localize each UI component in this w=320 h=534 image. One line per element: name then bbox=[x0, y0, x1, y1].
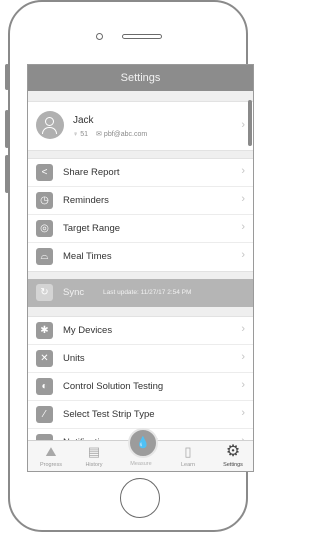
sync-icon: ↻ bbox=[36, 284, 53, 301]
units-icon: ✕ bbox=[36, 350, 53, 367]
chevron-right-icon: › bbox=[241, 249, 245, 261]
select-test-strip-type-item[interactable]: ⁄ Select Test Strip Type › bbox=[28, 401, 253, 429]
profile-row[interactable]: Jack ♀ 51 ✉ pbf@abc.com › bbox=[28, 101, 253, 151]
history-list-icon: ▤ bbox=[87, 444, 101, 459]
mute-switch bbox=[5, 64, 9, 90]
mail-icon: ✉ bbox=[96, 131, 102, 138]
chevron-right-icon: › bbox=[241, 119, 245, 131]
volume-down-button bbox=[5, 155, 9, 193]
chevron-right-icon: › bbox=[241, 379, 245, 391]
solution-drop-icon: ◐ bbox=[36, 378, 53, 395]
profile-email: pbf@abc.com bbox=[103, 130, 148, 138]
profile-name: Jack bbox=[73, 115, 94, 126]
list-item-label: Meal Times bbox=[63, 251, 112, 262]
tab-learn[interactable]: ▯ Learn bbox=[168, 444, 208, 469]
chevron-right-icon: › bbox=[241, 165, 245, 177]
tab-history[interactable]: ▤ History bbox=[74, 444, 114, 469]
book-icon: ▯ bbox=[184, 444, 192, 459]
target-icon: ◎ bbox=[36, 220, 53, 237]
settings-group-1: < Share Report › ◷ Reminders › ◎ Target … bbox=[28, 158, 253, 272]
app-screen: Settings Jack ♀ 51 ✉ pbf@abc.com › < Sha… bbox=[27, 64, 254, 472]
front-camera bbox=[96, 33, 103, 40]
meal-times-item[interactable]: ⌓ Meal Times › bbox=[28, 243, 253, 271]
volume-up-button bbox=[5, 110, 9, 148]
my-devices-item[interactable]: ✱ My Devices › bbox=[28, 317, 253, 345]
device-icon: ✱ bbox=[36, 322, 53, 339]
alarm-clock-icon: ◷ bbox=[36, 192, 53, 209]
units-item[interactable]: ✕ Units › bbox=[28, 345, 253, 373]
sync-row[interactable]: ↻ Sync Last update: 11/27/17 2:54 PM bbox=[28, 279, 253, 307]
target-range-item[interactable]: ◎ Target Range › bbox=[28, 215, 253, 243]
list-item-label: Target Range bbox=[63, 223, 121, 234]
power-button bbox=[248, 100, 252, 146]
page-title: Settings bbox=[120, 72, 161, 84]
share-icon: < bbox=[36, 164, 53, 181]
test-strip-icon: ⁄ bbox=[36, 406, 53, 423]
reminders-item[interactable]: ◷ Reminders › bbox=[28, 187, 253, 215]
chevron-right-icon: › bbox=[241, 323, 245, 335]
earpiece-speaker bbox=[122, 34, 162, 39]
tab-bar: ⛰ Progress ▤ History 💧 Measure ▯ Learn ⚙… bbox=[28, 428, 253, 471]
tab-label: Settings bbox=[223, 462, 243, 468]
drop-icon: 💧 bbox=[136, 437, 150, 449]
tab-label: History bbox=[85, 462, 103, 468]
chevron-right-icon: › bbox=[241, 351, 245, 363]
tab-label: Learn bbox=[180, 462, 196, 468]
list-item-label: Reminders bbox=[63, 195, 109, 206]
profile-age: 51 bbox=[80, 130, 89, 138]
gender-icon: ♀ bbox=[73, 130, 79, 138]
avatar-icon bbox=[36, 111, 64, 139]
sync-label: Sync bbox=[63, 287, 85, 298]
chevron-right-icon: › bbox=[241, 193, 245, 205]
gear-icon: ⚙ bbox=[225, 443, 241, 460]
profile-details: ♀ 51 ✉ pbf@abc.com bbox=[73, 130, 148, 139]
share-report-item[interactable]: < Share Report › bbox=[28, 159, 253, 187]
measure-button[interactable]: 💧 bbox=[128, 428, 158, 458]
list-item-label: Units bbox=[63, 353, 85, 364]
list-item-label: Select Test Strip Type bbox=[63, 409, 155, 420]
last-update-text: Last update: 11/27/17 2:54 PM bbox=[103, 289, 192, 296]
navigation-header: Settings bbox=[28, 65, 253, 91]
list-item-label: Share Report bbox=[63, 167, 120, 178]
home-button[interactable] bbox=[120, 478, 160, 518]
control-solution-testing-item[interactable]: ◐ Control Solution Testing › bbox=[28, 373, 253, 401]
phone-frame: Settings Jack ♀ 51 ✉ pbf@abc.com › < Sha… bbox=[8, 0, 254, 532]
chart-icon: ⛰ bbox=[45, 444, 57, 459]
chevron-right-icon: › bbox=[241, 221, 245, 233]
list-item-label: My Devices bbox=[63, 325, 113, 336]
list-item-label: Control Solution Testing bbox=[63, 381, 164, 392]
tab-label: Measure bbox=[130, 461, 152, 467]
chevron-right-icon: › bbox=[241, 407, 245, 419]
tab-label: Progress bbox=[39, 462, 62, 468]
tab-settings[interactable]: ⚙ Settings bbox=[213, 443, 253, 469]
meal-cloche-icon: ⌓ bbox=[36, 248, 53, 265]
tab-progress[interactable]: ⛰ Progress bbox=[31, 444, 71, 469]
